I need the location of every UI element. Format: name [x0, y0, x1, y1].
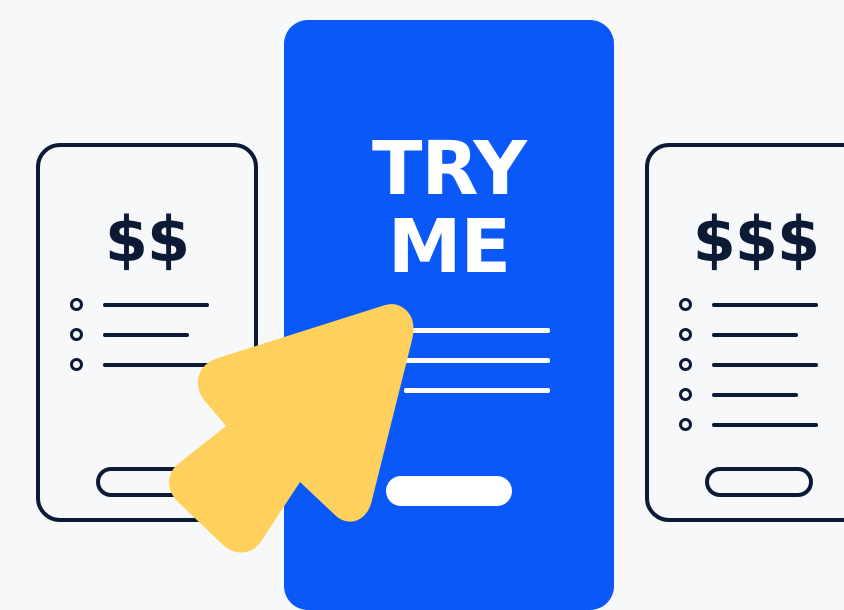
pointer-arrow-icon [169, 304, 414, 553]
